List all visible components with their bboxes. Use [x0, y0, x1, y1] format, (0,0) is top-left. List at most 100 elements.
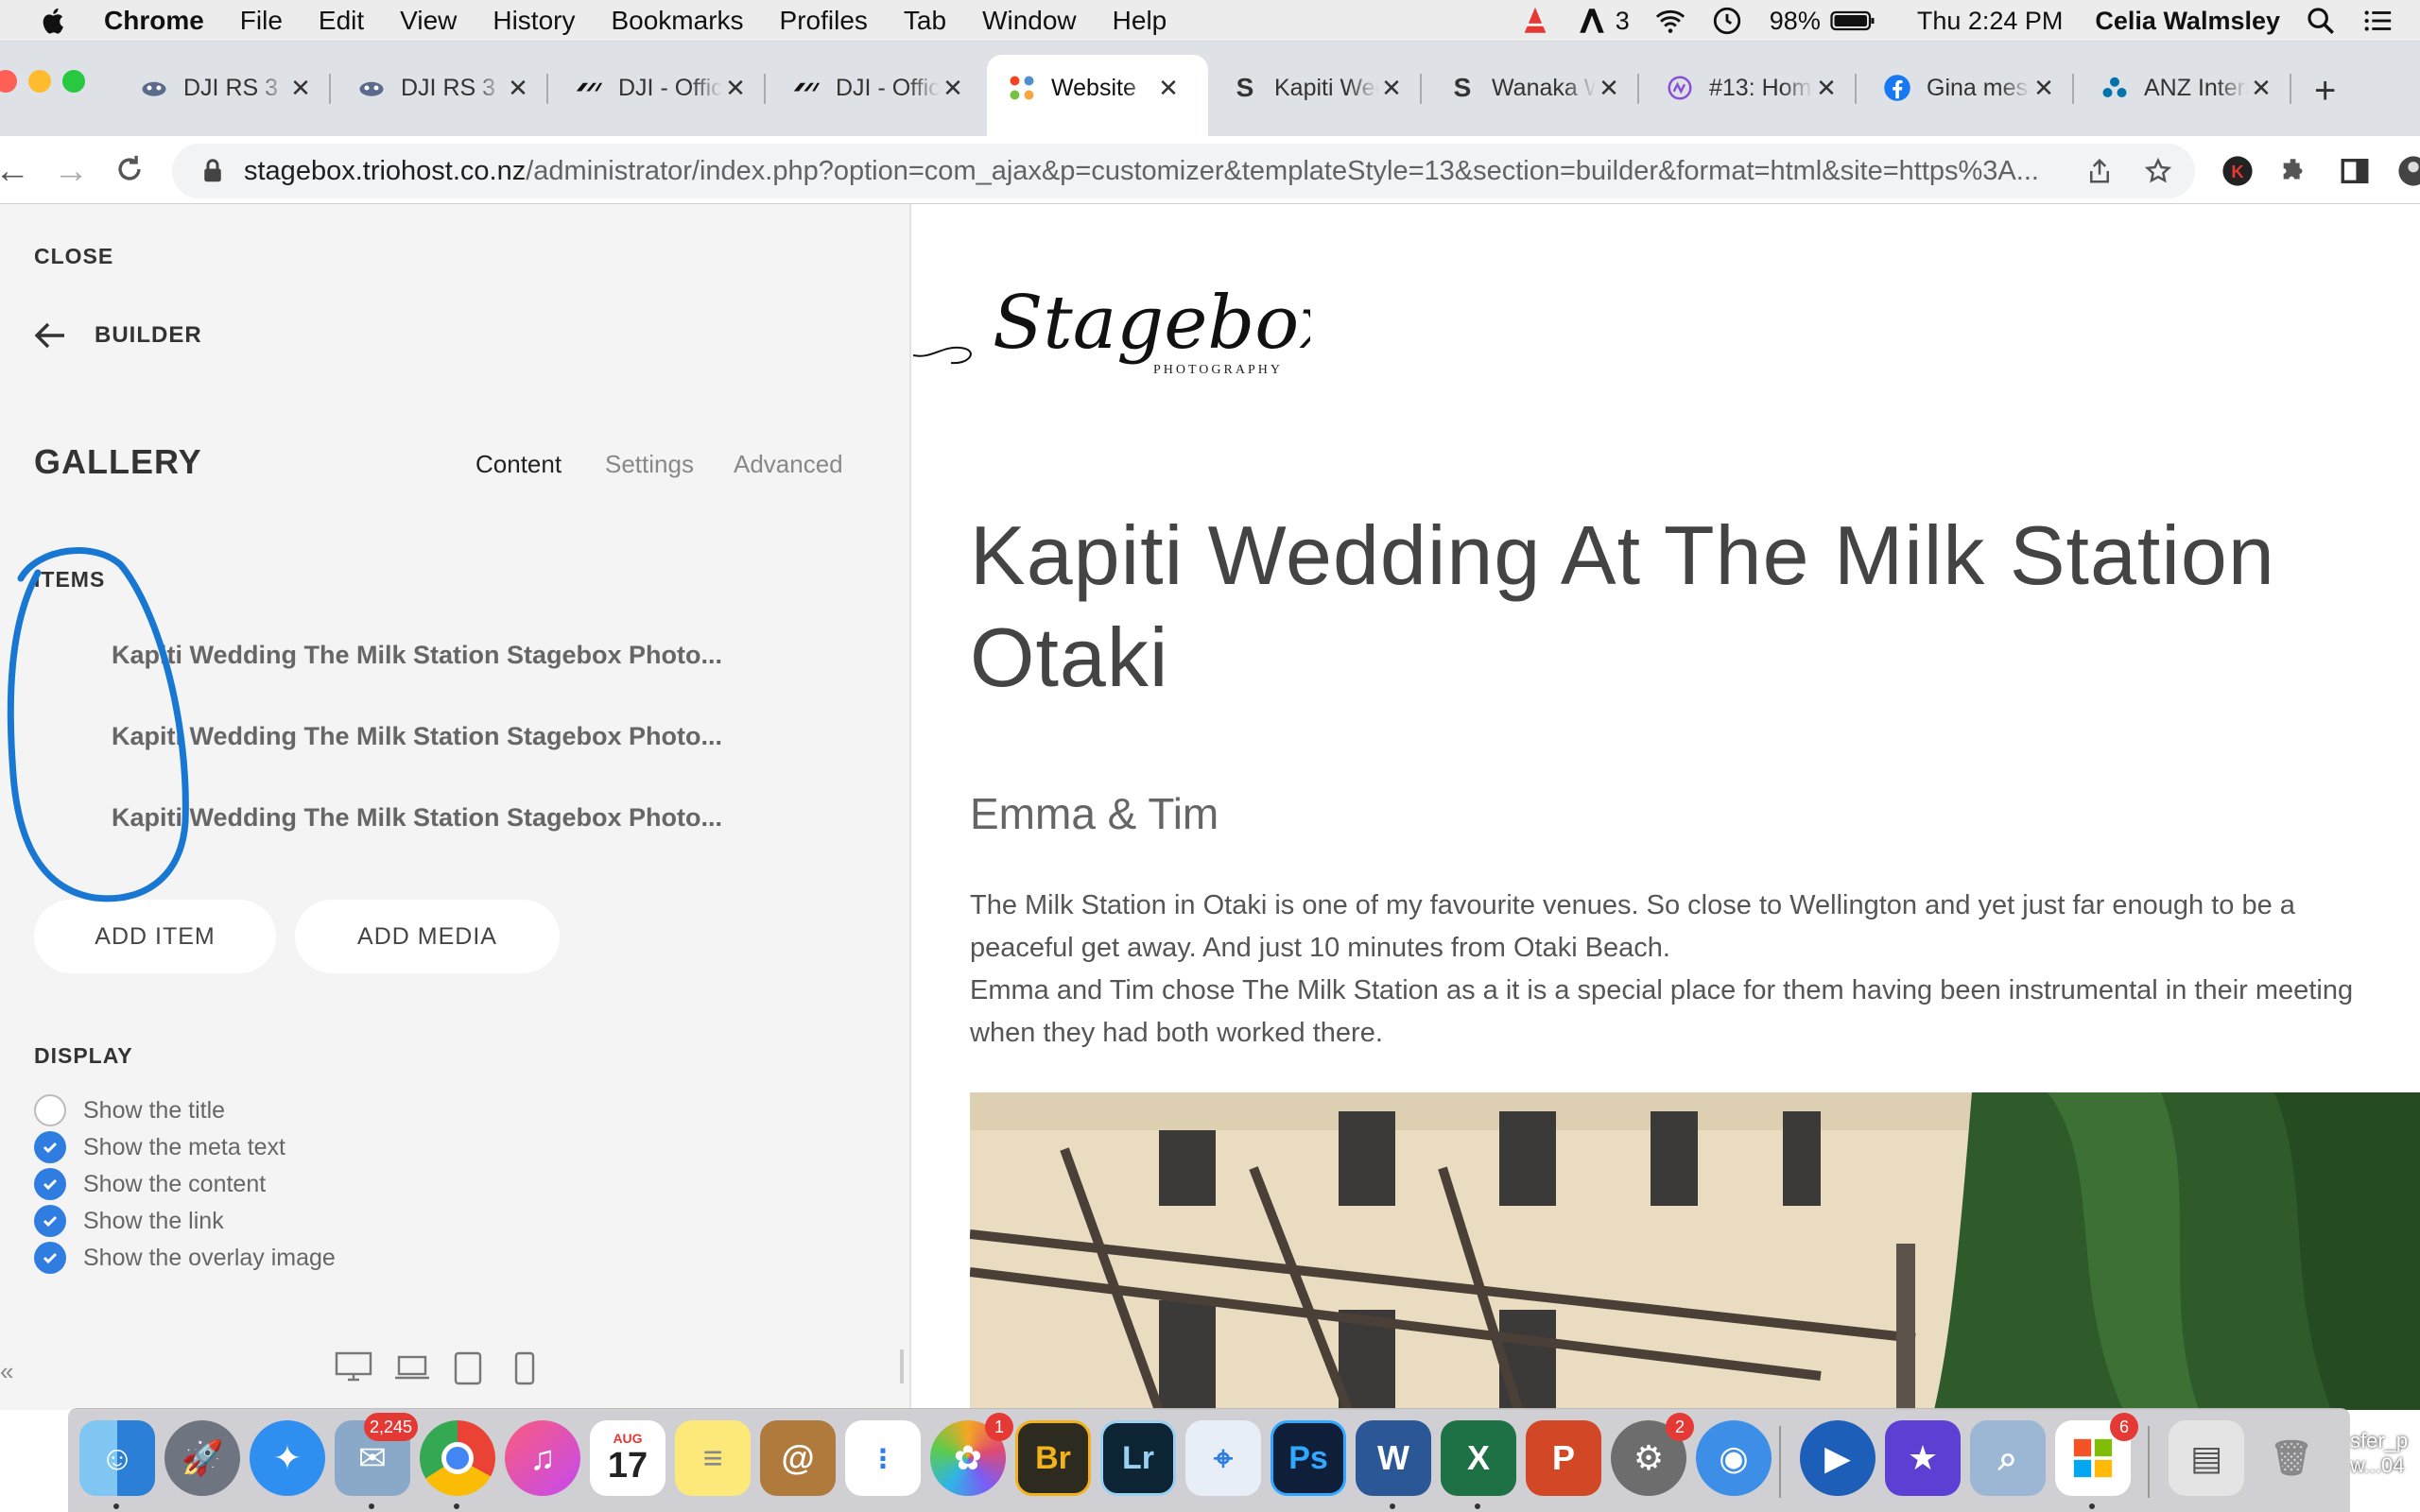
phone-view-icon[interactable]: [514, 1351, 535, 1385]
checkbox-checked-icon[interactable]: [34, 1131, 66, 1163]
window-close-button[interactable]: [0, 70, 17, 93]
tab-close-icon[interactable]: ✕: [1596, 74, 1622, 103]
laptop-view-icon[interactable]: [393, 1351, 431, 1382]
lightroom-icon[interactable]: Lr: [1100, 1420, 1176, 1496]
url-text[interactable]: stagebox.triohost.co.nz/administrator/in…: [244, 156, 2078, 187]
extensions-puzzle-icon[interactable]: [2278, 155, 2310, 187]
safari-icon[interactable]: ✦: [250, 1420, 325, 1496]
chrome-icon[interactable]: [420, 1420, 495, 1509]
tab-close-icon[interactable]: ✕: [722, 74, 749, 103]
tab-dji-official-1[interactable]: DJI - Official ✕: [554, 55, 766, 121]
add-media-button[interactable]: ADD MEDIA: [295, 900, 560, 973]
calendar-icon[interactable]: AUG 17: [590, 1420, 666, 1496]
contacts-icon[interactable]: @: [760, 1420, 836, 1496]
new-tab-button[interactable]: +: [2314, 70, 2336, 112]
tab-close-icon[interactable]: ✕: [505, 74, 531, 103]
panel-resize-handle[interactable]: [900, 1349, 904, 1383]
lock-icon[interactable]: [199, 157, 227, 185]
back-button[interactable]: ←: [0, 151, 30, 192]
notes-icon[interactable]: ≡: [675, 1420, 751, 1496]
tab-close-icon[interactable]: ✕: [940, 74, 966, 103]
mail-icon[interactable]: ✉ 2,245: [335, 1413, 418, 1509]
wifi-icon[interactable]: [1654, 5, 1686, 37]
checkbox-checked-icon[interactable]: [34, 1242, 66, 1274]
close-link[interactable]: CLOSE: [34, 244, 113, 269]
adobe-cc-icon[interactable]: [1576, 5, 1608, 37]
account-avatar-icon[interactable]: [2397, 155, 2420, 187]
tab-home-13[interactable]: #13: Home ✕: [1645, 55, 1857, 121]
spotlight-search-icon[interactable]: [2305, 5, 2337, 37]
gallery-item[interactable]: Kapiti Wedding The Milk Station Stagebox…: [112, 803, 722, 833]
tab-anz-internet[interactable]: ANZ Internet ✕: [2080, 55, 2291, 121]
menu-app-name[interactable]: Chrome: [104, 6, 204, 36]
apple-icon[interactable]: [38, 5, 70, 37]
gallery-item[interactable]: Kapiti Wedding The Milk Station Stagebox…: [112, 641, 722, 670]
warning-cone-icon[interactable]: [1519, 5, 1551, 37]
reminders-icon[interactable]: ⋮: [845, 1420, 921, 1496]
menu-view[interactable]: View: [400, 6, 457, 36]
menu-tab[interactable]: Tab: [904, 6, 946, 36]
tab-close-icon[interactable]: ✕: [2248, 74, 2274, 103]
desktop-view-icon[interactable]: [335, 1351, 372, 1382]
menu-bookmarks[interactable]: Bookmarks: [611, 6, 743, 36]
add-item-button[interactable]: ADD ITEM: [34, 900, 276, 973]
microsoft-office-icon[interactable]: 6: [2055, 1413, 2138, 1509]
option-show-content[interactable]: Show the content: [34, 1168, 266, 1200]
menu-window[interactable]: Window: [982, 6, 1077, 36]
tab-dji-rs3-1[interactable]: DJI RS 3 ✕: [119, 55, 331, 121]
checkbox-unchecked-icon[interactable]: [34, 1094, 66, 1126]
option-show-meta[interactable]: Show the meta text: [34, 1131, 285, 1163]
tab-settings[interactable]: Settings: [605, 450, 694, 479]
bookmark-star-icon[interactable]: [2144, 157, 2172, 185]
battery-icon[interactable]: [1830, 5, 1876, 37]
checkbox-checked-icon[interactable]: [34, 1168, 66, 1200]
imovie-icon[interactable]: ★: [1885, 1420, 1961, 1496]
tab-advanced[interactable]: Advanced: [734, 450, 843, 479]
photoshop-icon[interactable]: Ps: [1270, 1420, 1346, 1496]
address-bar[interactable]: stagebox.triohost.co.nz/administrator/in…: [172, 144, 2195, 198]
control-center-icon[interactable]: [2361, 5, 2394, 37]
tab-close-icon[interactable]: ✕: [1378, 74, 1405, 103]
finder-icon[interactable]: ☺: [79, 1420, 155, 1509]
photos-icon[interactable]: ✿ 1: [930, 1413, 1013, 1496]
menu-history[interactable]: History: [493, 6, 575, 36]
menu-profiles[interactable]: Profiles: [780, 6, 868, 36]
bridge-icon[interactable]: Br: [1015, 1420, 1091, 1496]
tab-website-active[interactable]: Website ✕: [987, 55, 1208, 136]
option-show-overlay-image[interactable]: Show the overlay image: [34, 1242, 336, 1274]
side-panel-icon[interactable]: [2339, 155, 2371, 187]
trash-icon[interactable]: 🗑: [2254, 1420, 2329, 1496]
excel-icon[interactable]: X: [1441, 1420, 1516, 1509]
window-zoom-button[interactable]: [62, 70, 85, 93]
word-icon[interactable]: W: [1356, 1420, 1431, 1509]
gallery-item[interactable]: Kapiti Wedding The Milk Station Stagebox…: [112, 722, 722, 751]
powerpoint-icon[interactable]: P: [1526, 1420, 1601, 1496]
maps-icon[interactable]: ⌖: [1185, 1420, 1261, 1496]
menu-edit[interactable]: Edit: [319, 6, 364, 36]
quicktime-icon[interactable]: ▶: [1800, 1420, 1876, 1496]
profile-k-icon[interactable]: K: [2221, 155, 2254, 187]
menu-help[interactable]: Help: [1113, 6, 1167, 36]
user-name[interactable]: Celia Walmsley: [2095, 7, 2280, 36]
menu-file[interactable]: File: [240, 6, 283, 36]
preview-icon[interactable]: ⌕: [1970, 1420, 2046, 1496]
builder-back-link[interactable]: BUILDER: [34, 321, 202, 350]
system-preferences-icon[interactable]: ⚙ 2: [1611, 1413, 1694, 1496]
tab-wanaka-wedding[interactable]: S Wanaka Wedding ✕: [1427, 55, 1639, 121]
tab-dji-rs3-2[interactable]: DJI RS 3 ✕: [337, 55, 548, 121]
tab-close-icon[interactable]: ✕: [1155, 74, 1182, 103]
checkbox-checked-icon[interactable]: [34, 1205, 66, 1237]
network-utility-icon[interactable]: ◉: [1696, 1420, 1772, 1496]
forward-button[interactable]: →: [53, 151, 89, 192]
collapse-panel-button[interactable]: «: [0, 1357, 13, 1386]
tab-gina-messenger[interactable]: Gina messenger ✕: [1862, 55, 2074, 121]
share-icon[interactable]: [2085, 157, 2114, 185]
clock[interactable]: Thu 2:24 PM: [1917, 7, 2064, 36]
tab-close-icon[interactable]: ✕: [1813, 74, 1840, 103]
dock-file-label[interactable]: sfer_p w...04: [2350, 1429, 2420, 1478]
music-icon[interactable]: ♫: [505, 1420, 580, 1496]
tab-dji-official-2[interactable]: DJI - Official ✕: [771, 55, 983, 121]
tab-close-icon[interactable]: ✕: [287, 74, 314, 103]
time-machine-icon[interactable]: [1711, 5, 1743, 37]
tablet-view-icon[interactable]: [454, 1351, 482, 1385]
